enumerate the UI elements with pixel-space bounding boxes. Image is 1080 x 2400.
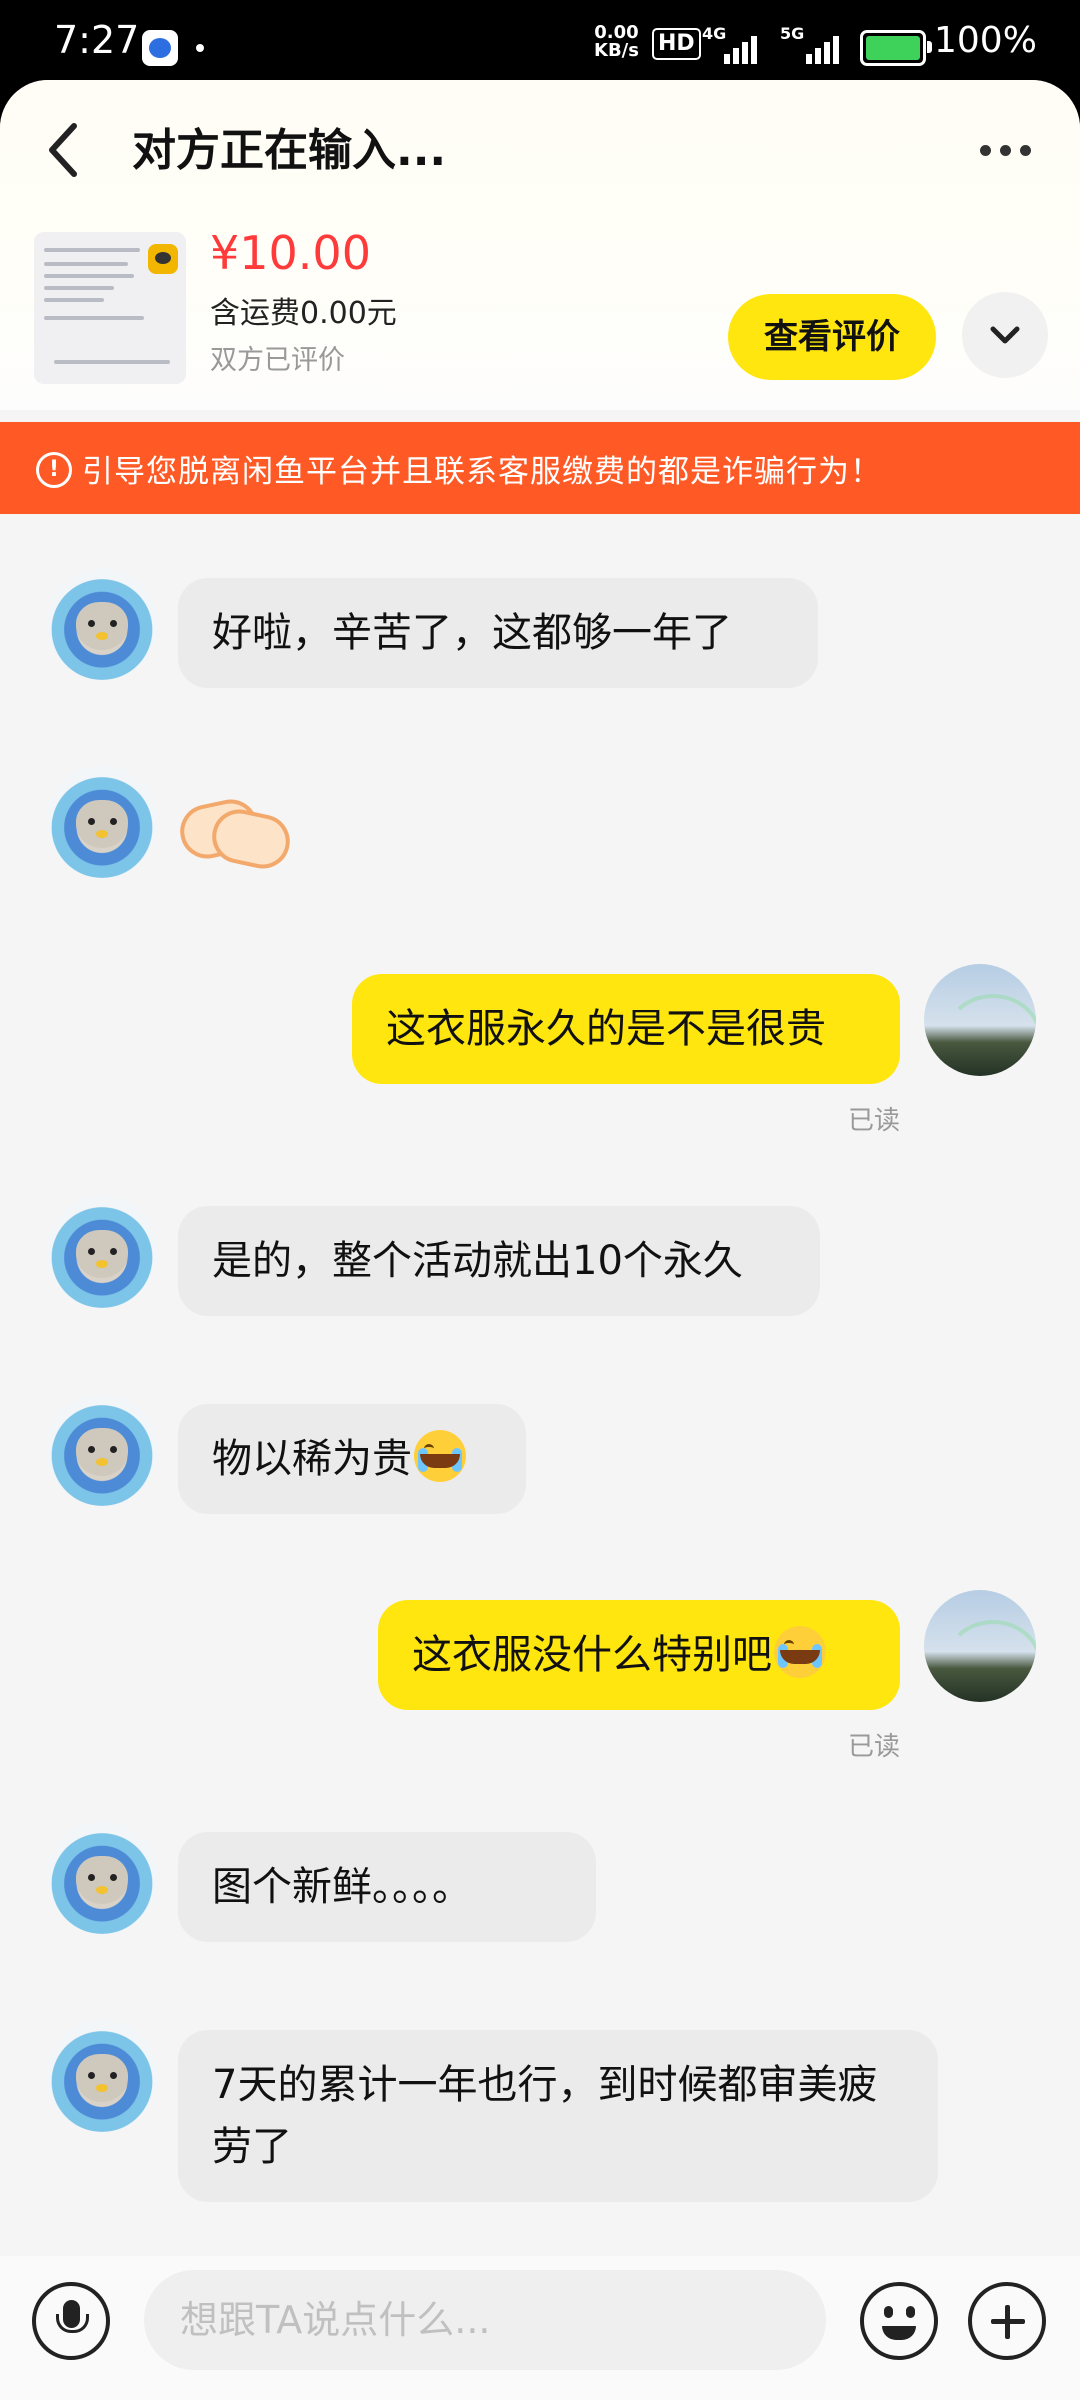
shipping-info: 含运费0.00元 [210, 296, 397, 331]
other-avatar[interactable] [46, 2020, 158, 2132]
plus-icon[interactable] [968, 2282, 1046, 2360]
chat-title: 对方正在输入... [132, 125, 447, 176]
chat-screen: 对方正在输入... ¥10.00 含运费0.00元 双方已评价 查看评价 ! 引… [0, 80, 1080, 2400]
other-avatar[interactable] [46, 568, 158, 680]
smiley-icon[interactable] [860, 2282, 938, 2360]
read-receipt: 已读 [848, 1732, 901, 1762]
message-bubble-sent[interactable]: 这衣服没什么特别吧 [378, 1600, 900, 1710]
battery-percent: 100% [934, 20, 1037, 61]
product-thumbnail[interactable] [34, 232, 186, 384]
message-bubble-sent[interactable]: 这衣服永久的是不是很贵 [352, 974, 900, 1084]
other-avatar[interactable] [46, 766, 158, 878]
loudly-crying-emoji [774, 1626, 826, 1678]
weibo-app-icon [142, 30, 178, 66]
back-button[interactable] [38, 110, 98, 190]
more-button[interactable] [970, 120, 1040, 180]
microphone-icon[interactable] [32, 2282, 110, 2360]
chat-header: 对方正在输入... ¥10.00 含运费0.00元 双方已评价 查看评价 [0, 80, 1080, 410]
message-input[interactable] [144, 2270, 826, 2370]
view-review-button[interactable]: 查看评价 [728, 294, 936, 380]
other-avatar[interactable] [46, 1394, 158, 1506]
product-price: ¥10.00 [210, 226, 371, 280]
status-bar: 7:27 0.00 KB/s HD 4G 5G 100% [0, 0, 1080, 80]
my-avatar[interactable] [924, 1590, 1036, 1702]
message-bubble[interactable]: 物以稀为贵 [178, 1404, 526, 1514]
review-status: 双方已评价 [210, 345, 345, 376]
other-avatar[interactable] [46, 1822, 158, 1934]
signal-4g-icon: 4G [702, 24, 762, 64]
input-bar [0, 2256, 1080, 2400]
read-receipt: 已读 [848, 1106, 901, 1136]
message-bubble[interactable]: 好啦，辛苦了，这都够一年了 [178, 578, 818, 688]
warning-text: 引导您脱离闲鱼平台并且联系客服缴费的都是诈骗行为！ [82, 454, 882, 490]
status-time: 7:27 [54, 18, 140, 62]
chevron-left-icon [49, 123, 77, 177]
expand-button[interactable] [962, 292, 1048, 378]
message-text: 物以稀为贵 [212, 1436, 412, 1482]
other-avatar[interactable] [46, 1196, 158, 1308]
exclamation-circle-icon: ! [36, 452, 72, 488]
notification-dot [196, 44, 204, 52]
hd-voice-icon: HD [652, 28, 701, 60]
message-bubble[interactable]: 7天的累计一年也行，到时候都审美疲劳了 [178, 2030, 938, 2202]
message-bubble[interactable]: 图个新鲜。。。。 [178, 1832, 596, 1942]
message-text: 这衣服没什么特别吧 [412, 1632, 772, 1678]
fraud-warning-banner: ! 引导您脱离闲鱼平台并且联系客服缴费的都是诈骗行为！ [0, 422, 1080, 514]
handshake-emoji[interactable] [175, 792, 295, 874]
more-dots-icon [980, 145, 991, 156]
signal-5g-icon: 5G [780, 24, 844, 64]
loudly-crying-emoji [414, 1430, 466, 1482]
battery-icon [860, 30, 932, 66]
my-avatar[interactable] [924, 964, 1036, 1076]
net-speed: 0.00 KB/s [594, 22, 639, 61]
message-bubble[interactable]: 是的，整个活动就出10个永久 [178, 1206, 820, 1316]
chevron-down-icon [990, 326, 1020, 344]
